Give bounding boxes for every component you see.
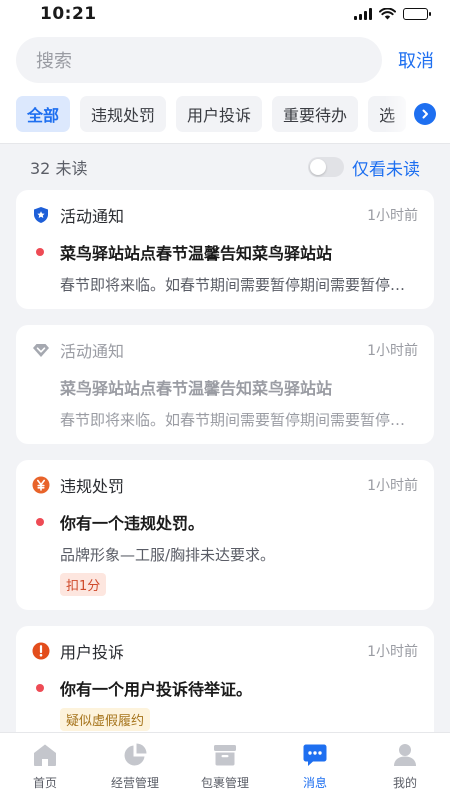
message-card[interactable]: 活动通知 1小时前 菜鸟驿站站点春节温馨告知菜鸟驿站站 春节即将来临。如春节期间… bbox=[16, 190, 434, 309]
nav-package-management[interactable]: 包裹管理 bbox=[180, 741, 270, 791]
message-type: 用户投诉 bbox=[60, 643, 125, 662]
message-desc: 春节即将来临。如春节期间需要暂停期间需要暂停期间 bbox=[60, 411, 418, 429]
message-type: 活动通知 bbox=[60, 342, 125, 361]
tab-all[interactable]: 全部 bbox=[16, 96, 71, 132]
nav-label: 消息 bbox=[302, 776, 327, 790]
person-icon bbox=[391, 741, 419, 769]
nav-label: 经营管理 bbox=[110, 776, 159, 790]
message-card[interactable]: 违规处罚 1小时前 你有一个违规处罚。 品牌形象—工服/胸排未达要求。 扣1分 bbox=[16, 460, 434, 610]
message-desc: 品牌形象—工服/胸排未达要求。 bbox=[60, 546, 276, 564]
message-time: 1小时前 bbox=[367, 208, 418, 224]
unread-dot bbox=[36, 248, 44, 256]
tab-important-todo[interactable]: 重要待办 bbox=[272, 96, 359, 132]
unread-dot bbox=[36, 684, 44, 692]
message-card[interactable]: 用户投诉 1小时前 你有一个用户投诉待举证。 疑似虚假履约 bbox=[16, 626, 434, 745]
toggle-label: 仅看未读 bbox=[352, 159, 420, 180]
nav-business-management[interactable]: 经营管理 bbox=[90, 741, 180, 791]
message-type: 活动通知 bbox=[60, 207, 125, 226]
nav-mine[interactable]: 我的 bbox=[360, 741, 450, 791]
nav-label: 我的 bbox=[392, 776, 417, 790]
unread-bar: 32 未读 仅看未读 bbox=[0, 144, 450, 190]
pie-chart-icon bbox=[121, 741, 149, 769]
nav-label: 首页 bbox=[32, 776, 57, 790]
alert-circle-icon bbox=[32, 642, 50, 660]
tab-violation-penalty[interactable]: 违规处罚 bbox=[80, 96, 167, 132]
status-bar: 10:21 bbox=[0, 0, 450, 28]
message-title: 菜鸟驿站站点春节温馨告知菜鸟驿站站 bbox=[60, 244, 333, 263]
bottom-nav: 首页 经营管理 包裹管理 消息 我的 bbox=[0, 732, 450, 800]
box-icon bbox=[211, 741, 239, 769]
message-time: 1小时前 bbox=[367, 644, 418, 660]
cancel-button[interactable]: 取消 bbox=[398, 47, 434, 73]
message-time: 1小时前 bbox=[367, 478, 418, 494]
message-type: 违规处罚 bbox=[60, 477, 125, 496]
diamond-icon bbox=[32, 341, 50, 359]
message-list: 活动通知 1小时前 菜鸟驿站站点春节温馨告知菜鸟驿站站 春节即将来临。如春节期间… bbox=[0, 190, 450, 745]
wifi-icon bbox=[379, 8, 396, 20]
status-icons bbox=[354, 8, 431, 20]
message-time: 1小时前 bbox=[367, 343, 418, 359]
home-icon bbox=[31, 741, 59, 769]
nav-label: 包裹管理 bbox=[200, 776, 249, 790]
battery-icon bbox=[403, 8, 431, 20]
tabs-more-button[interactable] bbox=[414, 102, 436, 125]
tabs-fade bbox=[384, 84, 450, 143]
yen-circle-icon bbox=[32, 476, 50, 494]
message-title: 菜鸟驿站站点春节温馨告知菜鸟驿站站 bbox=[60, 379, 333, 398]
tab-user-complaint[interactable]: 用户投诉 bbox=[176, 96, 263, 132]
shield-star-icon bbox=[32, 206, 50, 224]
nav-messages[interactable]: 消息 bbox=[270, 741, 360, 791]
message-card[interactable]: 活动通知 1小时前 菜鸟驿站站点春节温馨告知菜鸟驿站站 春节即将来临。如春节期间… bbox=[16, 325, 434, 444]
nav-home[interactable]: 首页 bbox=[0, 741, 90, 791]
complaint-tag: 疑似虚假履约 bbox=[60, 708, 151, 731]
message-title: 你有一个用户投诉待举证。 bbox=[60, 680, 253, 699]
signal-icon bbox=[354, 8, 372, 20]
unread-dot bbox=[36, 518, 44, 526]
toggle-switch[interactable] bbox=[308, 157, 344, 177]
status-time: 10:21 bbox=[40, 4, 97, 24]
search-input[interactable]: 搜索 bbox=[16, 37, 382, 83]
chevron-right-icon bbox=[422, 109, 428, 118]
top-header: 10:21 搜索 取消 全部 违规处罚 用户投诉 重要待办 选 bbox=[0, 0, 450, 144]
unread-count: 32 未读 bbox=[30, 159, 88, 178]
chat-bubble-icon bbox=[301, 741, 329, 769]
search-row: 搜索 取消 bbox=[0, 28, 450, 84]
unread-only-toggle[interactable]: 仅看未读 bbox=[308, 155, 420, 180]
penalty-tag: 扣1分 bbox=[60, 573, 107, 596]
search-placeholder: 搜索 bbox=[36, 51, 72, 72]
message-desc: 春节即将来临。如春节期间需要暂停期间需要暂停期间 bbox=[60, 276, 418, 294]
category-tabs: 全部 违规处罚 用户投诉 重要待办 选 bbox=[0, 84, 450, 144]
message-title: 你有一个违规处罚。 bbox=[60, 514, 205, 533]
